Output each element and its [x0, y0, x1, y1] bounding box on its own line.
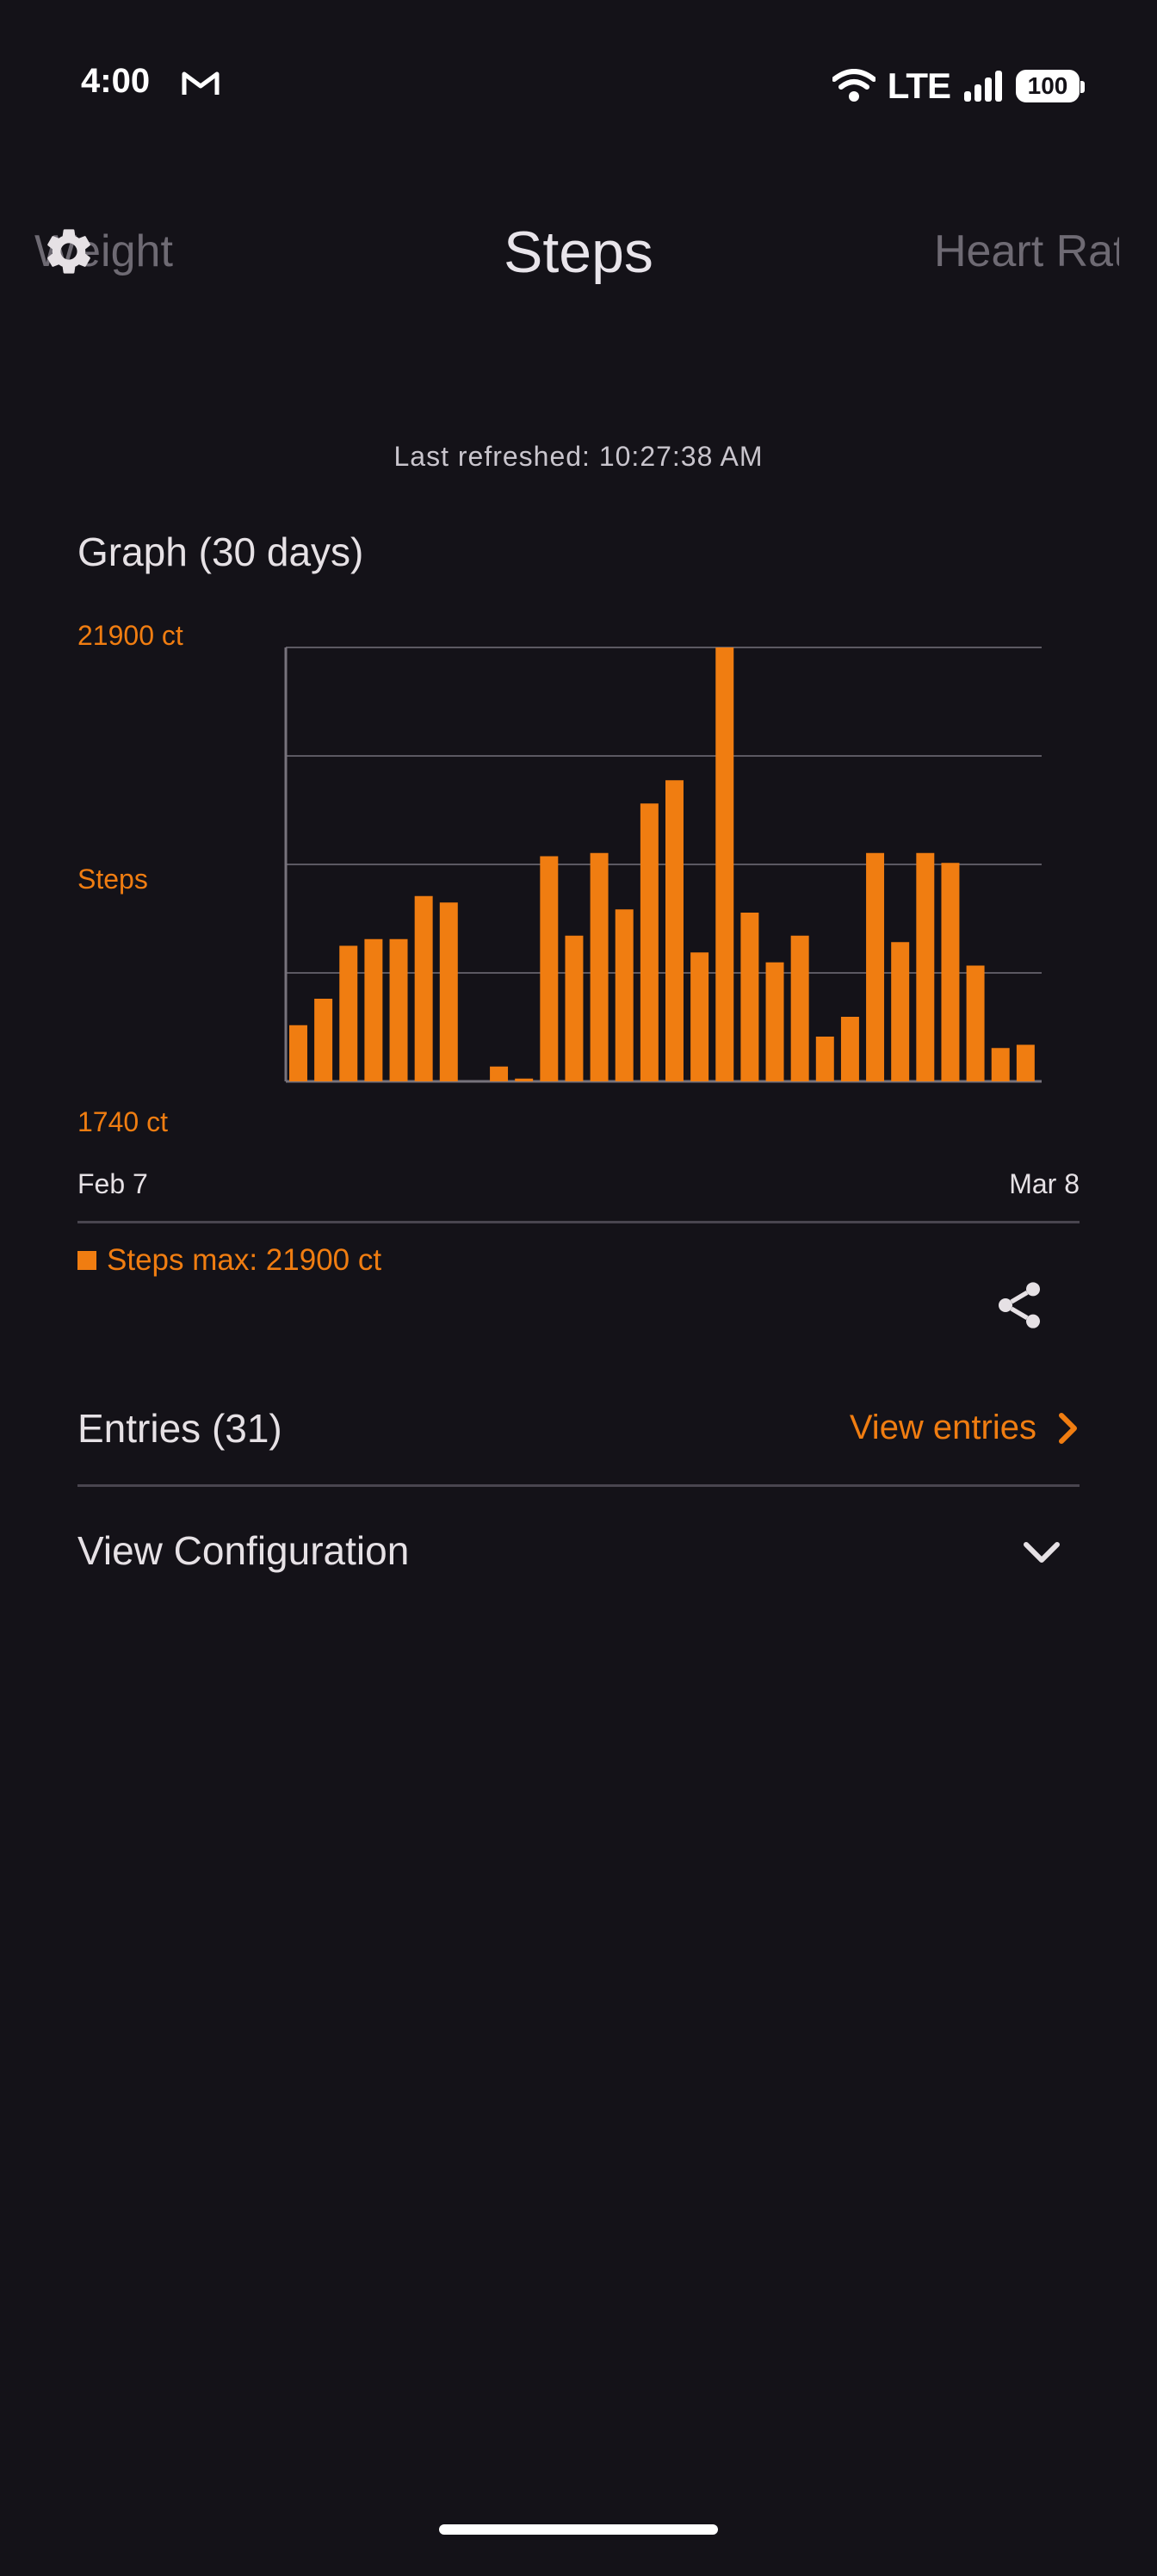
chart-bar — [314, 999, 333, 1081]
chart-bar — [1016, 1044, 1035, 1081]
y-axis-title: Steps — [77, 864, 148, 895]
entries-title: Entries (31) — [77, 1406, 282, 1451]
view-entries-label: View entries — [849, 1409, 1036, 1446]
chart-bar — [615, 909, 634, 1081]
share-icon[interactable] — [992, 1278, 1047, 1333]
last-refreshed-text: Last refreshed: 10:27:38 AM — [393, 441, 764, 472]
x-axis-start-label: Feb 7 — [77, 1168, 148, 1199]
chart-bar — [289, 1025, 307, 1081]
x-axis-end-label: Mar 8 — [1009, 1168, 1080, 1199]
signal-icon — [964, 71, 1002, 102]
chart-bar — [815, 1037, 834, 1081]
chart-bar — [540, 856, 559, 1081]
chart-bar — [891, 942, 910, 1081]
chart-bar — [765, 962, 784, 1081]
tab-heart-rate[interactable]: Heart Rate — [934, 226, 1119, 277]
view-entries-button[interactable]: View entries — [850, 1409, 1080, 1447]
chevron-right-icon — [1059, 1412, 1077, 1444]
legend-swatch — [77, 1251, 96, 1270]
chart-bar — [515, 1078, 534, 1081]
status-icons: LTE 100 — [832, 65, 1085, 107]
view-configuration-toggle[interactable]: View Configuration — [77, 1527, 409, 1574]
chart-bar — [740, 913, 759, 1081]
chart-bar — [840, 1017, 859, 1081]
chart-bar — [991, 1048, 1010, 1081]
y-axis-max-label: 21900 ct — [77, 620, 183, 651]
gmail-icon — [182, 71, 220, 95]
network-type: LTE — [887, 65, 951, 106]
chart-bar — [966, 965, 985, 1081]
chart-bar — [339, 945, 358, 1081]
chart-bar — [640, 803, 659, 1081]
battery-level: 100 — [1027, 72, 1068, 99]
y-axis-min-label: 1740 ct — [77, 1106, 168, 1137]
chart-bar — [866, 852, 885, 1081]
chart-bar — [364, 938, 383, 1081]
chart-bar — [565, 935, 584, 1081]
graph-title: Graph (30 days) — [77, 529, 364, 574]
chart-bar — [790, 935, 809, 1081]
chart-bar — [414, 895, 433, 1081]
chart-legend: Steps max: 21900 ct — [77, 1243, 381, 1278]
status-time: 4:00 — [81, 62, 151, 100]
entries-divider — [77, 1484, 1080, 1487]
chart-bar — [490, 1066, 509, 1081]
wifi-icon — [832, 69, 875, 102]
chart-bar — [590, 852, 609, 1081]
chart-bar — [916, 852, 935, 1081]
chart-bar — [715, 647, 734, 1081]
home-indicator[interactable] — [439, 2524, 718, 2535]
chart-bar — [690, 952, 709, 1081]
graph-divider — [77, 1221, 1080, 1223]
steps-bar-chart — [284, 647, 1042, 1083]
legend-text: Steps max: 21900 ct — [107, 1243, 382, 1277]
chart-bar — [389, 938, 408, 1081]
chart-bar — [439, 902, 458, 1081]
chart-bar — [941, 863, 960, 1081]
battery-icon: 100 — [1016, 70, 1085, 102]
chevron-down-icon[interactable] — [1021, 1538, 1062, 1567]
chart-bar — [665, 780, 684, 1081]
